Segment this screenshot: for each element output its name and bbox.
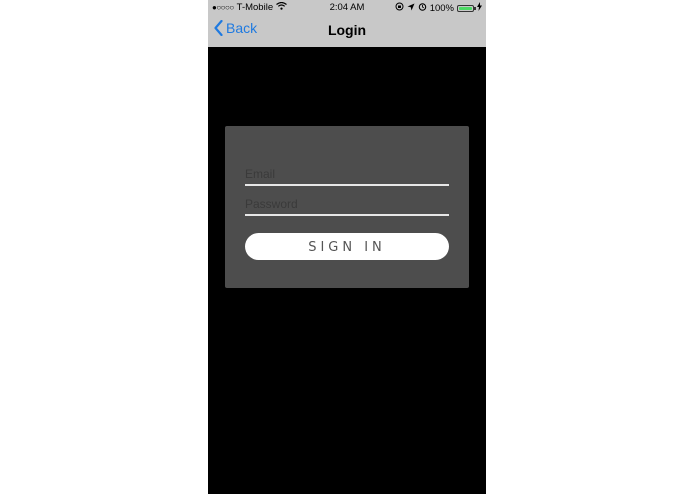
email-field xyxy=(245,164,449,186)
location-icon xyxy=(407,3,415,14)
charging-icon xyxy=(477,2,482,14)
top-bar: ●○○○○ T-Mobile 2:04 AM 100% Back Login xyxy=(208,0,486,47)
page-title: Login xyxy=(327,22,367,38)
status-right: 100% xyxy=(395,2,482,14)
email-input[interactable] xyxy=(245,164,449,184)
status-bar: ●○○○○ T-Mobile 2:04 AM 100% xyxy=(208,0,486,15)
navigation-bar: Back Login xyxy=(208,15,486,47)
password-input[interactable] xyxy=(245,194,449,214)
password-field xyxy=(245,194,449,216)
sign-in-button[interactable]: SIGN IN xyxy=(245,233,449,260)
login-card: SIGN IN xyxy=(225,126,469,288)
alarm-icon xyxy=(418,2,427,14)
battery-percent: 100% xyxy=(429,2,454,14)
phone-screen: ●○○○○ T-Mobile 2:04 AM 100% Back Login E… xyxy=(208,0,486,494)
orientation-lock-icon xyxy=(395,2,404,14)
battery-icon xyxy=(457,4,476,12)
battery-level-fill xyxy=(459,6,472,10)
